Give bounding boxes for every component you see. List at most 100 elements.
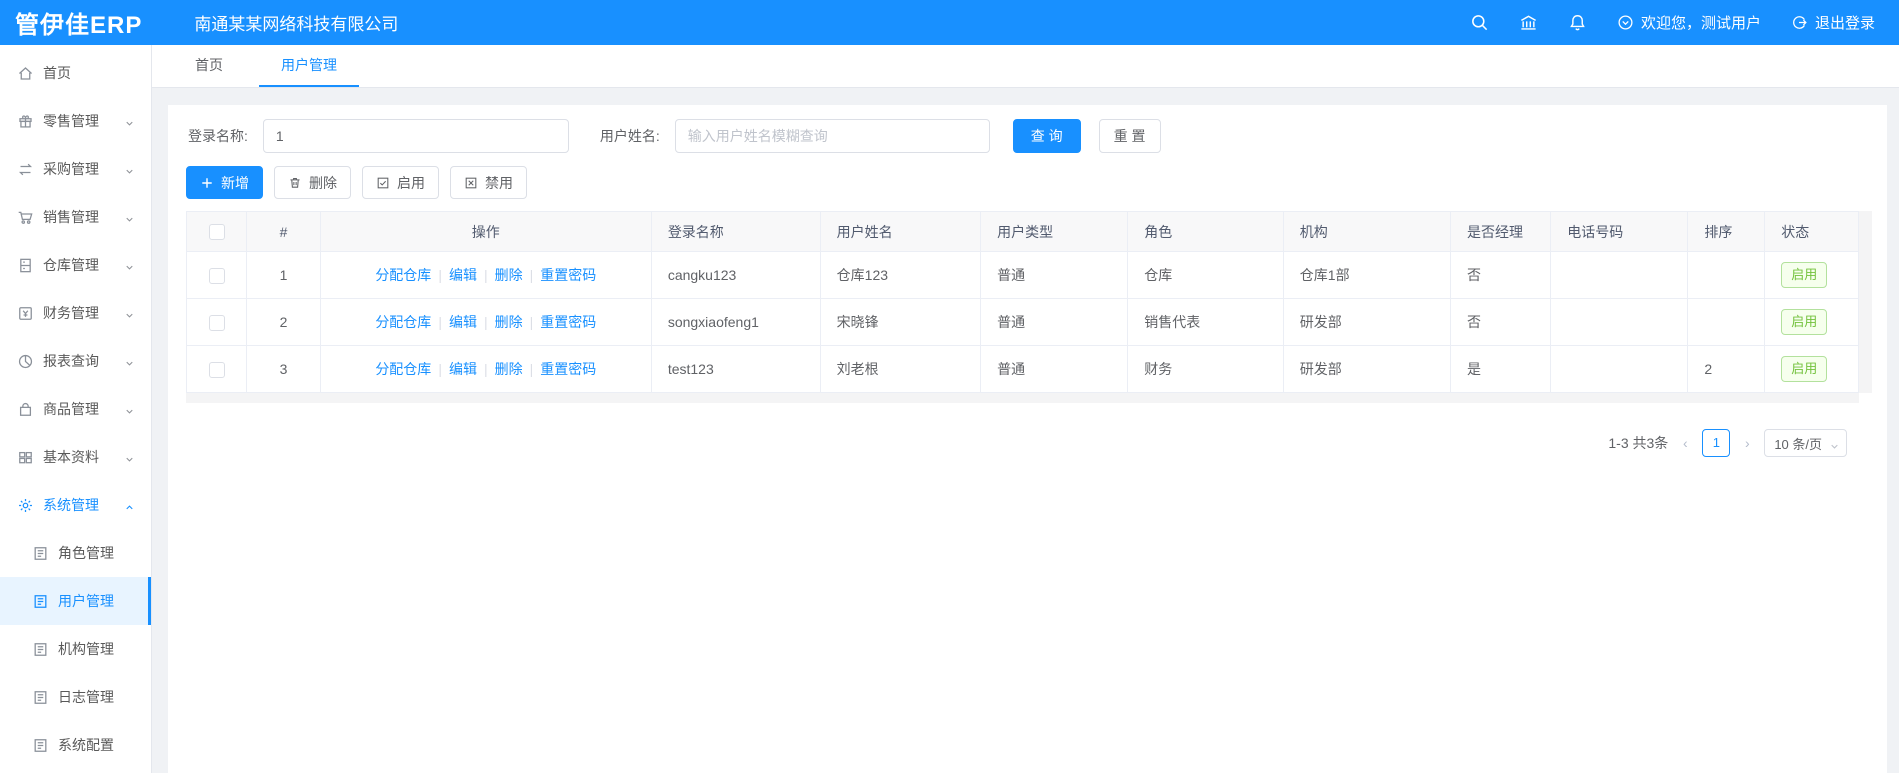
chevron-down-icon (124, 116, 135, 127)
row-index: 2 (246, 298, 321, 346)
delete-link[interactable]: 删除 (495, 314, 523, 330)
divider: | (529, 361, 534, 377)
search-form: 登录名称: 用户姓名: 查 询 重 置 (178, 119, 1877, 153)
user-table-wrap: # 操作 登录名称 用户姓名 用户类型 角色 机构 是否经理 电话号码 排序 状… (185, 211, 1872, 403)
chevron-down-icon (124, 452, 135, 463)
table-row: 1 分配仓库 | 编辑 | 删除 | 重置密码 cangku123 仓库123 普通 仓库 … (185, 251, 1859, 299)
select-all-checkbox[interactable] (208, 224, 225, 241)
edit-link[interactable]: 编辑 (449, 314, 477, 330)
enable-button-label: 启用 (397, 174, 425, 191)
vertical-scrollbar[interactable] (1859, 211, 1872, 393)
assign-warehouse-link[interactable]: 分配仓库 (375, 314, 431, 330)
row-checkbox[interactable] (208, 361, 225, 378)
sidebar-item-home[interactable]: 首页 (0, 49, 151, 97)
cell-login: songxiaofeng1 (650, 298, 821, 346)
delete-link[interactable]: 删除 (495, 267, 523, 283)
user-circle-icon (1617, 14, 1634, 31)
cell-manager: 否 (1449, 298, 1552, 346)
sidebar-item-products[interactable]: 商品管理 (0, 385, 151, 433)
divider: | (529, 267, 534, 283)
login-name-input[interactable] (262, 119, 569, 153)
edit-link[interactable]: 编辑 (449, 361, 477, 377)
user-menu[interactable]: 欢迎您，测试用户 (1617, 12, 1761, 33)
delete-button[interactable]: 删除 (274, 166, 351, 199)
tab-home[interactable]: 首页 (173, 45, 245, 87)
tab-label: 用户管理 (281, 57, 337, 73)
sidebar-item-sales[interactable]: 销售管理 (0, 193, 151, 241)
next-page-icon[interactable]: › (1740, 435, 1754, 451)
cell-org: 研发部 (1282, 345, 1451, 393)
cell-type: 普通 (980, 345, 1129, 393)
app-logo[interactable]: 管伊佳ERP (15, 5, 142, 40)
sidebar-item-basic-data[interactable]: 基本资料 (0, 433, 151, 481)
doc-icon (32, 641, 49, 658)
add-button[interactable]: 新增 (186, 166, 263, 199)
sidebar-item-label: 基本资料 (43, 449, 99, 465)
sidebar-item-purchase[interactable]: 采购管理 (0, 145, 151, 193)
sidebar-item-orgs[interactable]: 机构管理 (0, 625, 151, 673)
row-checkbox[interactable] (208, 267, 225, 284)
assign-warehouse-link[interactable]: 分配仓库 (375, 361, 431, 377)
page-size-select[interactable]: 10 条/页 (1764, 429, 1847, 457)
divider: | (483, 314, 488, 330)
row-actions: 分配仓库 | 编辑 | 删除 | 重置密码 (319, 298, 652, 346)
row-checkbox[interactable] (208, 314, 225, 331)
cell-login: test123 (650, 345, 821, 393)
status-badge[interactable]: 启用 (1781, 309, 1828, 335)
search-icon[interactable] (1470, 13, 1489, 32)
sales-icon (17, 209, 34, 226)
sidebar-item-reports[interactable]: 报表查询 (0, 337, 151, 385)
sidebar-item-users[interactable]: 用户管理 (0, 577, 151, 625)
user-name-input[interactable] (674, 119, 990, 153)
reset-button[interactable]: 重 置 (1098, 119, 1161, 153)
delete-link[interactable]: 删除 (495, 361, 523, 377)
tab-user-management[interactable]: 用户管理 (259, 45, 359, 87)
finance-icon (17, 305, 34, 322)
sidebar-item-label: 系统配置 (58, 737, 114, 753)
sidebar-item-warehouse[interactable]: 仓库管理 (0, 241, 151, 289)
chevron-down-icon (124, 212, 135, 223)
disable-button[interactable]: 禁用 (450, 166, 527, 199)
col-phone: 电话号码 (1550, 211, 1689, 252)
sidebar-item-system[interactable]: 系统管理 (0, 481, 151, 529)
divider: | (438, 361, 442, 377)
sidebar-item-logs[interactable]: 日志管理 (0, 673, 151, 721)
content-area: 首页 用户管理 登录名称: 用户姓名: 查 询 重 置 (152, 45, 1899, 773)
table-row: 3 分配仓库 | 编辑 | 删除 | 重置密码 test123 刘老根 普通 财务 研发部 (185, 345, 1859, 393)
divider: | (529, 314, 534, 330)
bell-icon[interactable] (1568, 13, 1587, 32)
prev-page-icon[interactable]: ‹ (1678, 435, 1692, 451)
sidebar-item-label: 采购管理 (43, 161, 99, 177)
sidebar-item-roles[interactable]: 角色管理 (0, 529, 151, 577)
reset-password-link[interactable]: 重置密码 (540, 314, 596, 330)
sidebar-item-label: 报表查询 (43, 353, 99, 369)
sidebar-item-finance[interactable]: 财务管理 (0, 289, 151, 337)
logout-button[interactable]: 退出登录 (1791, 12, 1875, 33)
page-number[interactable]: 1 (1702, 429, 1731, 457)
col-user-name: 用户姓名 (819, 211, 982, 252)
pie-chart-icon (17, 353, 34, 370)
retail-icon (17, 113, 34, 130)
logout-icon (1791, 14, 1808, 31)
logout-text: 退出登录 (1814, 15, 1875, 32)
reset-password-link[interactable]: 重置密码 (540, 267, 596, 283)
query-button[interactable]: 查 询 (1012, 119, 1081, 153)
divider: | (438, 314, 442, 330)
assign-warehouse-link[interactable]: 分配仓库 (375, 267, 431, 283)
reset-password-link[interactable]: 重置密码 (540, 361, 596, 377)
tab-label: 首页 (195, 57, 223, 73)
sidebar-item-retail[interactable]: 零售管理 (0, 97, 151, 145)
cell-phone (1550, 251, 1689, 299)
sidebar-item-label: 零售管理 (43, 113, 99, 129)
sidebar-item-config[interactable]: 系统配置 (0, 721, 151, 769)
enable-button[interactable]: 启用 (362, 166, 439, 199)
status-badge[interactable]: 启用 (1781, 262, 1828, 288)
horizontal-scrollbar[interactable] (186, 393, 1859, 403)
bank-icon[interactable] (1519, 13, 1538, 32)
grid-icon (17, 449, 34, 466)
topbar-actions: 欢迎您，测试用户 退出登录 (1470, 12, 1875, 33)
add-button-label: 新增 (221, 174, 249, 191)
content-card: 登录名称: 用户姓名: 查 询 重 置 新增 (168, 105, 1887, 773)
status-badge[interactable]: 启用 (1781, 356, 1828, 382)
edit-link[interactable]: 编辑 (449, 267, 477, 283)
